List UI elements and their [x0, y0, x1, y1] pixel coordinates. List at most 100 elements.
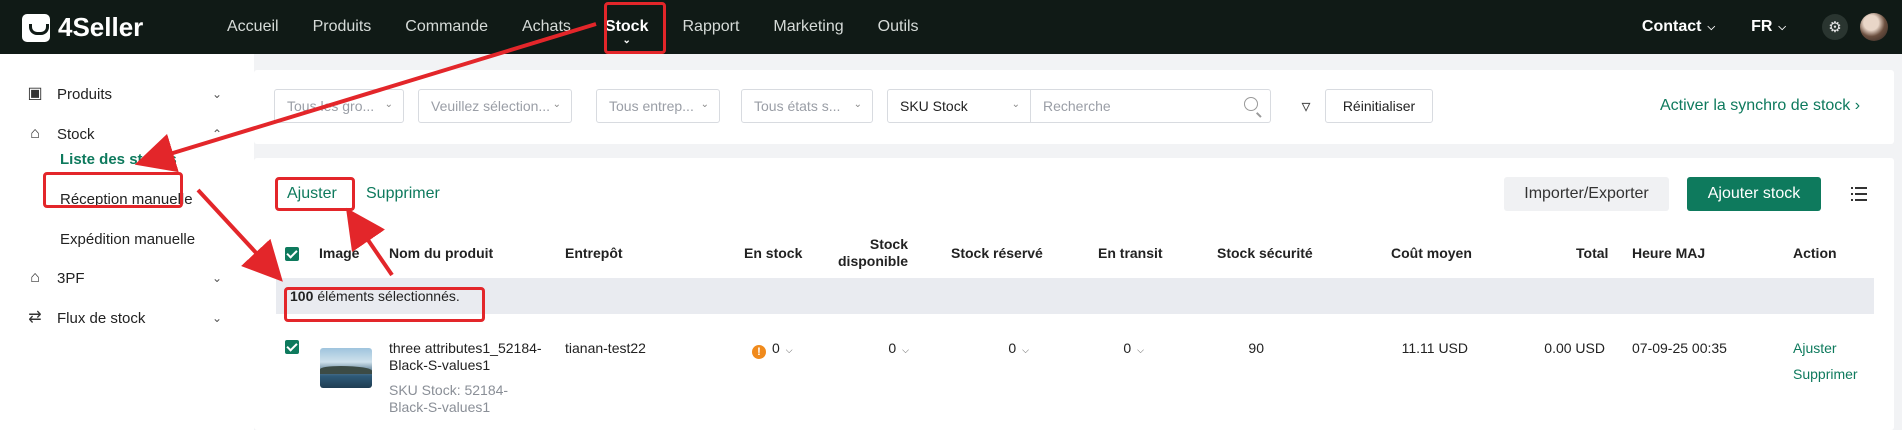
top-navigation-bar: 4Seller Accueil Produits Commande Achats…	[0, 0, 1902, 54]
in-stock-cell[interactable]: ! 0 ⌵	[752, 340, 793, 359]
col-total: Total	[1576, 245, 1609, 261]
col-available: Stock disponible	[774, 236, 908, 270]
select-all-checkbox[interactable]	[285, 247, 299, 261]
sidebar-group-produits[interactable]: ▣ Produits ⌄	[0, 79, 254, 109]
annotation-box-stock-nav	[604, 2, 666, 54]
selection-bar: 100 éléments sélectionnés.	[276, 278, 1874, 314]
sidebar-item-liste-des-stocks[interactable]: Liste des stocks	[60, 151, 177, 168]
chevron-down-icon: ⌵	[1778, 21, 1786, 33]
row-delete-link[interactable]: Supprimer	[1793, 366, 1858, 383]
product-name-line1: three attributes1_52184-	[389, 340, 542, 356]
in-stock-value: 0	[772, 340, 780, 356]
sidebar-group-flux-de-stock[interactable]: ⇄ Flux de stock ⌄	[0, 303, 254, 333]
state-select-value: Tous états s...	[754, 98, 841, 114]
brand-name: 4Seller	[58, 12, 144, 42]
nav-achats[interactable]: Achats	[505, 0, 588, 54]
table-header: Image Nom du produit Entrepôt En stock S…	[254, 230, 1874, 278]
filter-funnel-icon[interactable]: ▿	[1296, 96, 1316, 116]
group-select-value: Tous les gro...	[287, 98, 375, 114]
warning-icon[interactable]: !	[752, 345, 766, 359]
col-updated: Heure MAJ	[1632, 245, 1706, 261]
chevron-down-icon: ⌄	[853, 99, 862, 110]
avatar[interactable]	[1860, 13, 1888, 41]
sidebar: ▣ Produits ⌄ ⌂ Stock ⌃ Liste des stocks …	[0, 54, 254, 430]
shopping-bag-icon	[22, 13, 50, 42]
import-export-button[interactable]: Importer/Exporter	[1504, 177, 1669, 211]
nav-accueil[interactable]: Accueil	[210, 0, 296, 54]
chevron-down-icon: ⌄	[700, 99, 709, 110]
col-warehouse: Entrepôt	[565, 245, 623, 261]
col-available-line2: disponible	[838, 253, 908, 269]
generic-select[interactable]: Veuillez sélection... ⌄	[418, 89, 572, 123]
available-cell[interactable]: 0 ⌵	[854, 340, 909, 359]
chevron-down-icon: ⌄	[212, 87, 223, 101]
search-input[interactable]: Recherche	[1031, 89, 1271, 123]
nav-outils[interactable]: Outils	[861, 0, 936, 54]
house-icon: ⌂	[30, 269, 40, 286]
avg-cost-cell: 11.11 USD	[1401, 340, 1468, 356]
warehouse-icon: ⌂	[30, 125, 40, 142]
annotation-box-liste-des-stocks	[43, 172, 183, 208]
filter-panel: Tous les gro... ⌄ Veuillez sélection... …	[254, 70, 1894, 144]
in-transit-cell[interactable]: 0 ⌵	[1089, 340, 1144, 359]
product-sku-line2: Black-S-values1	[389, 399, 491, 415]
chevron-down-icon: ⌵	[902, 345, 909, 355]
col-product: Nom du produit	[389, 245, 494, 261]
col-safety: Stock sécurité	[1217, 245, 1313, 261]
chevron-down-icon: ⌄	[384, 99, 393, 110]
nav-rapport[interactable]: Rapport	[665, 0, 756, 54]
reserved-cell[interactable]: 0 ⌵	[974, 340, 1029, 359]
annotation-box-selection	[284, 287, 485, 322]
available-value: 0	[888, 340, 897, 356]
search-icon[interactable]	[1244, 97, 1258, 111]
group-select[interactable]: Tous les gro... ⌄	[274, 89, 404, 123]
chevron-down-icon: ⌄	[212, 271, 223, 285]
search-placeholder: Recherche	[1043, 98, 1111, 114]
reserved-value: 0	[1008, 340, 1017, 356]
sync-stock-link[interactable]: Activer la synchro de stock ›	[1660, 97, 1860, 115]
column-settings-icon[interactable]	[1851, 187, 1867, 201]
product-name[interactable]: three attributes1_52184- Black-S-values1	[389, 340, 542, 374]
gear-icon[interactable]: ⚙	[1822, 14, 1848, 40]
nav-marketing[interactable]: Marketing	[756, 0, 860, 54]
add-stock-button[interactable]: Ajouter stock	[1687, 177, 1821, 211]
sidebar-group-label: Stock	[57, 125, 95, 143]
warehouse-select[interactable]: Tous entrep... ⌄	[596, 89, 720, 123]
contact-menu[interactable]: Contact ⌵	[1642, 18, 1715, 36]
warehouse-cell: tianan-test22	[565, 340, 646, 356]
total-cell: 0.00 USD	[1544, 340, 1605, 356]
state-select[interactable]: Tous états s... ⌄	[741, 89, 873, 123]
product-thumbnail[interactable]	[320, 348, 372, 388]
col-in-transit: En transit	[1098, 245, 1163, 261]
in-transit-value: 0	[1123, 340, 1132, 356]
flow-icon: ⇄	[28, 309, 42, 326]
chevron-down-icon: ⌄	[212, 311, 223, 325]
row-adjust-link[interactable]: Ajuster	[1793, 340, 1837, 357]
reset-button[interactable]: Réinitialiser	[1325, 89, 1433, 123]
top-right-actions: Contact ⌵ FR ⌵ ⚙	[1642, 0, 1902, 54]
sidebar-group-stock[interactable]: ⌂ Stock ⌃	[0, 119, 254, 149]
sidebar-item-expedition-manuelle[interactable]: Expédition manuelle	[60, 231, 195, 248]
nav-produits[interactable]: Produits	[296, 0, 389, 54]
sync-stock-label: Activer la synchro de stock	[1660, 97, 1851, 114]
nav-commande[interactable]: Commande	[388, 0, 505, 54]
search-type-select[interactable]: SKU Stock ⌄	[887, 89, 1031, 123]
col-action: Action	[1793, 245, 1837, 261]
col-avg-cost: Coût moyen	[1391, 245, 1472, 261]
row-checkbox[interactable]	[285, 340, 299, 354]
annotation-box-ajuster	[275, 177, 355, 211]
sidebar-group-label: 3PF	[57, 269, 85, 287]
col-reserved: Stock réservé	[951, 245, 1043, 261]
brand-logo[interactable]: 4Seller	[22, 12, 143, 43]
sidebar-group-label: Flux de stock	[57, 309, 146, 327]
main-nav: Accueil Produits Commande Achats Stock ⌄…	[210, 0, 936, 54]
product-sku: SKU Stock: 52184- Black-S-values1	[389, 382, 508, 416]
safety-cell: 90	[1248, 340, 1264, 356]
col-image: Image	[319, 245, 360, 261]
delete-button[interactable]: Supprimer	[366, 185, 440, 203]
language-label: FR	[1751, 18, 1773, 35]
language-menu[interactable]: FR ⌵	[1751, 18, 1786, 36]
chevron-down-icon: ⌵	[785, 345, 793, 355]
product-name-line2: Black-S-values1	[389, 357, 491, 373]
sidebar-group-3pf[interactable]: ⌂ 3PF ⌄	[0, 263, 254, 293]
